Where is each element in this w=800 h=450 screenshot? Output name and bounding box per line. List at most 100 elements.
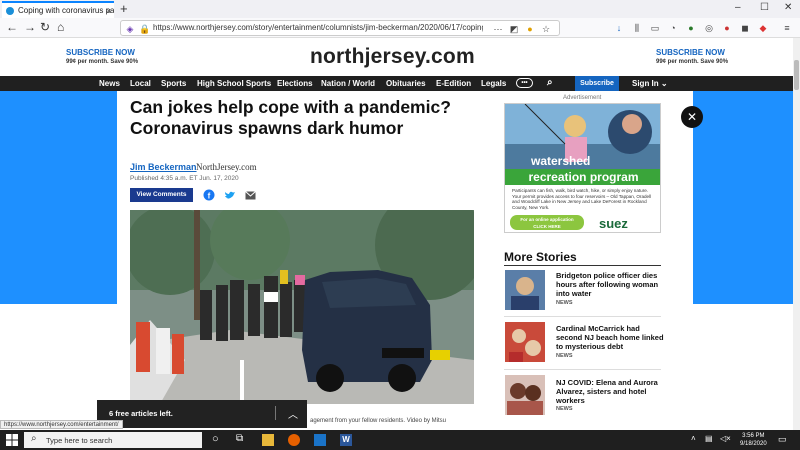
window-maximize-button[interactable]: ☐ [760,2,769,13]
mail-icon[interactable] [314,434,326,446]
page-actions-icon[interactable]: ⋯ [493,24,503,34]
story-tag-1: NEWS [556,300,573,306]
nav-item-sports[interactable]: Sports [161,79,186,88]
browser-toolbar: ← → ↻ ⌂ ◈ 🔒 https://www.northjersey.com/… [0,18,800,38]
tab-title: Coping with coronavirus pandemic [18,6,114,15]
forward-arrow-icon[interactable]: → [24,20,36,34]
nav-item-high-school-sports[interactable]: High School Sports [197,79,271,88]
story-title-1[interactable]: Bridgeton police officer dies hours afte… [556,271,666,298]
addon-badge-icon[interactable]: ◆ [758,23,768,33]
volume-icon[interactable]: ◁× [720,434,731,443]
nav-item-local[interactable]: Local [130,79,151,88]
word-icon[interactable]: W [340,434,352,446]
file-explorer-icon[interactable] [262,434,274,446]
account-icon[interactable]: ◔ [668,23,678,33]
extension-icon[interactable]: ● [525,24,535,34]
tab-close-icon[interactable]: × [106,6,111,16]
video-caption: agement from your fellow residents. Vide… [310,418,446,424]
reload-icon[interactable]: ↻ [40,20,50,34]
subscribe-now-right[interactable]: SUBSCRIBE NOW [656,48,725,57]
nav-item-nation-world[interactable]: Nation / World [321,79,375,88]
window-minimize-button[interactable]: – [735,2,741,13]
story-thumbnail-3[interactable] [505,375,545,415]
addon-icon[interactable]: ◎ [704,23,714,33]
taskbar-clock[interactable]: 3:56 PM 9/18/2020 [740,432,767,448]
ad-brand-logo: suez [599,216,628,231]
story-tag-3: NEWS [556,406,573,412]
more-stories-heading: More Stories [504,250,577,264]
background-strip-left [0,91,117,304]
back-arrow-icon[interactable]: ← [6,20,18,34]
scrollbar-thumb[interactable] [794,60,799,90]
addon-red-icon[interactable]: ● [722,23,732,33]
publication-name: NorthJersey.com [196,162,257,172]
facebook-icon[interactable]: f [203,189,215,201]
lock-icon[interactable]: 🔒 [139,24,150,34]
download-icon[interactable]: ↓ [614,23,624,33]
browser-tab[interactable]: Coping with coronavirus pandemic × [2,1,114,18]
chevron-up-icon[interactable]: ˄ [691,434,696,443]
subscribe-now-left[interactable]: SUBSCRIBE NOW [66,48,135,57]
view-comments-button[interactable]: View Comments [130,188,193,202]
article-video-frame[interactable] [130,210,474,404]
subscribe-note-left: 99¢ per month. Save 90% [66,59,139,65]
more-dots-icon[interactable]: ••• [516,78,533,88]
task-view-icon[interactable]: ⧉ [236,433,243,444]
taskbar-search-box[interactable]: ⌕ Type here to search [24,432,202,448]
addon-green-icon[interactable]: ● [686,23,696,33]
window-close-button[interactable]: ✕ [784,2,792,13]
nav-item-legals[interactable]: Legals [481,79,506,88]
site-nav: News Local Sports High School Sports Ele… [0,76,793,91]
subscribe-note-right: 99¢ per month. Save 90% [656,59,729,65]
library-icon[interactable]: ⫼ [632,23,642,33]
url-text[interactable]: https://www.northjersey.com/story/entert… [153,23,483,32]
addon-gray-icon[interactable]: ◼ [740,23,750,33]
ad-cta-line2: CLICK HERE [533,224,561,229]
page-scrollbar[interactable] [793,38,800,430]
nav-item-news[interactable]: News [99,79,120,88]
more-stories-divider [504,265,661,266]
story-thumbnail-1[interactable] [505,270,545,310]
chevron-up-icon[interactable]: ︿ [288,406,298,421]
story-tag-2: NEWS [556,353,573,359]
windows-start-icon[interactable] [6,434,18,446]
pocket-icon[interactable]: ◩ [509,24,519,34]
advertisement-banner[interactable]: watershed recreation program Participant… [504,103,661,233]
ad-click-here-button[interactable]: For an online application CLICK HERE [510,215,584,230]
email-icon[interactable] [245,191,256,200]
shield-icon[interactable]: ◈ [125,24,135,34]
firefox-icon[interactable] [288,434,300,446]
nav-item-obituaries[interactable]: Obituaries [386,79,426,88]
free-articles-text: 6 free articles left. [109,409,173,418]
nav-item-elections[interactable]: Elections [277,79,313,88]
network-icon[interactable]: ▤ [705,434,713,443]
story-title-2[interactable]: Cardinal McCarrick had second NJ beach h… [556,324,666,351]
story-title-3[interactable]: NJ COVID: Elena and Aurora Alvarez, sist… [556,378,666,405]
new-tab-button[interactable]: + [120,1,128,16]
notifications-icon[interactable]: ▭ [778,434,787,445]
cortana-icon[interactable]: ○ [212,433,219,445]
site-header: SUBSCRIBE NOW 99¢ per month. Save 90% no… [0,38,793,76]
author-link[interactable]: Jim Beckerman [130,162,197,172]
home-icon[interactable]: ⌂ [57,20,64,34]
address-bar[interactable]: ◈ 🔒 https://www.northjersey.com/story/en… [120,20,560,36]
menu-icon[interactable]: ≡ [782,23,792,33]
site-logo[interactable]: northjersey.com [310,45,475,69]
twitter-icon[interactable] [224,190,236,201]
clock-time: 3:56 PM [742,433,765,439]
subscribe-button[interactable]: Subscribe [575,76,619,91]
ad-cta-line1: For an online application [520,217,574,222]
close-icon[interactable]: ✕ [681,106,703,128]
sidebar-icon[interactable]: ▭ [650,23,660,33]
ad-title-recreation: recreation program [505,169,660,185]
bookmark-star-icon[interactable]: ☆ [541,24,551,34]
status-bar-url: https://www.northjersey.com/entertainmen… [0,420,123,429]
search-icon[interactable]: ⌕ [547,77,553,88]
free-articles-bar[interactable]: 6 free articles left. ︿ [97,400,307,428]
story-thumbnail-2[interactable] [505,322,545,362]
nav-item-e-edition[interactable]: E-Edition [436,79,471,88]
site-favicon-icon [6,7,14,15]
svg-text:f: f [208,192,211,201]
sign-in-link[interactable]: Sign In ⌄ [632,79,668,88]
advertisement-label: Advertisement [563,95,602,101]
